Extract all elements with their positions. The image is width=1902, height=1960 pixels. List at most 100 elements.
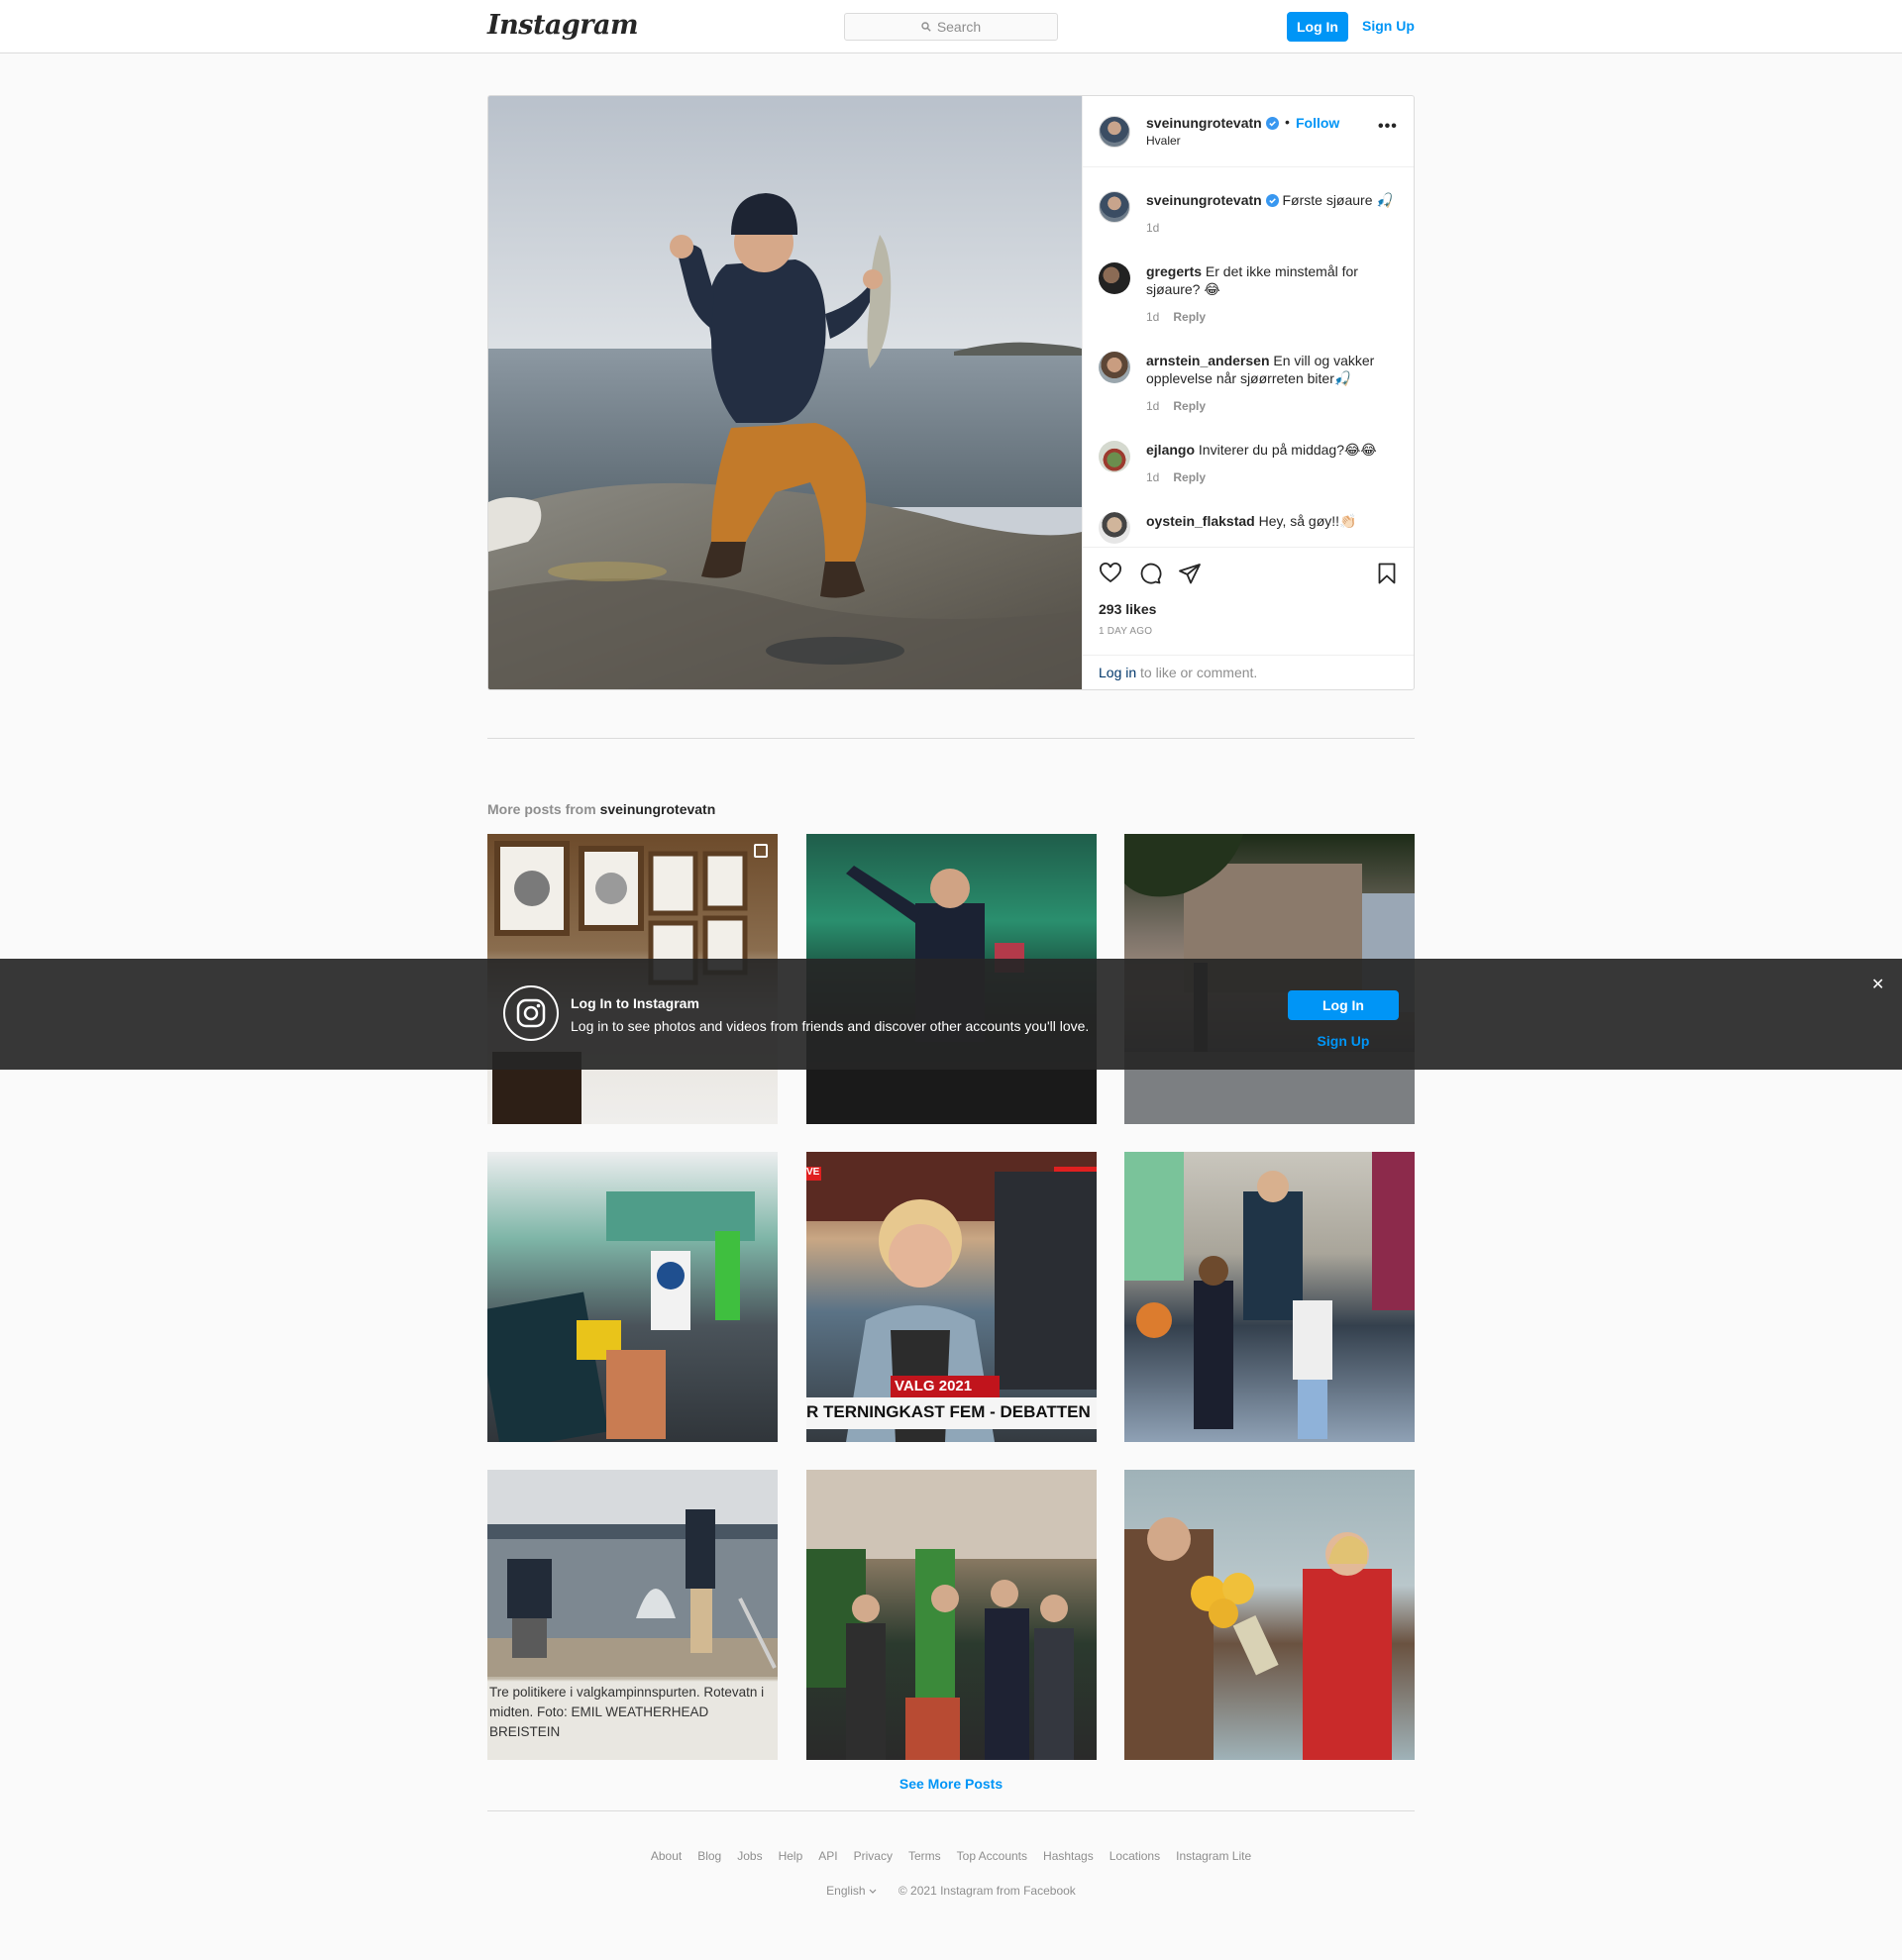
thumbnail-image bbox=[1124, 1152, 1415, 1439]
login-button[interactable]: Log In bbox=[1287, 12, 1348, 42]
comment-body: ejlango Inviterer du på middag?😂😂 bbox=[1146, 441, 1394, 459]
author-username[interactable]: sveinungrotevatn bbox=[1146, 115, 1279, 131]
thumbnail-caption: Tre politikere i valgkampinnspurten. Rot… bbox=[489, 1685, 765, 1739]
comment-time[interactable]: 1d bbox=[1146, 470, 1159, 484]
multiple-posts-icon bbox=[754, 844, 768, 858]
comment-time[interactable]: 1d bbox=[1146, 310, 1159, 324]
login-hint-text: to like or comment. bbox=[1136, 665, 1258, 680]
footer-bottom: English © 2021 Instagram from Facebook bbox=[0, 1884, 1902, 1898]
comment-body: oystein_flakstad Hey, så gøy!!👏🏻 bbox=[1146, 512, 1394, 530]
caption-text: sveinungrotevatn Første sjøaure 🎣 bbox=[1146, 191, 1394, 209]
copyright-text: © 2021 Instagram from Facebook bbox=[898, 1884, 1076, 1898]
commenter-avatar[interactable] bbox=[1099, 441, 1130, 472]
comment-text: Hey, så gøy!!👏🏻 bbox=[1258, 513, 1357, 529]
instagram-camera-icon bbox=[503, 985, 559, 1041]
comment-time[interactable]: 1d bbox=[1146, 399, 1159, 413]
valg-banner-text: VALG 2021 bbox=[895, 1378, 973, 1394]
footer-link-api[interactable]: API bbox=[818, 1849, 837, 1863]
commenter-avatar[interactable] bbox=[1099, 512, 1130, 544]
thumbnail-image bbox=[1124, 1517, 1392, 1760]
banner-signup-link[interactable]: Sign Up bbox=[1288, 1033, 1399, 1049]
commenter-avatar[interactable] bbox=[1099, 262, 1130, 294]
comment-body: arnstein_andersen En vill og vakker oppl… bbox=[1146, 352, 1394, 387]
comment-meta: 1d Reply bbox=[1146, 470, 1206, 484]
footer-link-jobs[interactable]: Jobs bbox=[737, 1849, 762, 1863]
footer-link-instagram-lite[interactable]: Instagram Lite bbox=[1176, 1849, 1251, 1863]
comments-list: sveinungrotevatn Første sjøaure 🎣 1d gre… bbox=[1083, 167, 1414, 547]
reply-button[interactable]: Reply bbox=[1173, 399, 1206, 413]
footer-link-hashtags[interactable]: Hashtags bbox=[1043, 1849, 1094, 1863]
footer-link-top-accounts[interactable]: Top Accounts bbox=[957, 1849, 1027, 1863]
post-thumbnail[interactable] bbox=[806, 1470, 1097, 1760]
banner-title: Log In to Instagram bbox=[571, 995, 699, 1011]
comment-meta: 1d bbox=[1146, 221, 1159, 235]
verified-badge-icon bbox=[1265, 194, 1279, 207]
footer-links: About Blog Jobs Help API Privacy Terms T… bbox=[0, 1849, 1902, 1863]
heart-icon[interactable] bbox=[1099, 562, 1122, 585]
search-icon bbox=[921, 22, 931, 32]
comment-meta: 1d Reply bbox=[1146, 399, 1206, 413]
post-thumbnail[interactable] bbox=[487, 1152, 778, 1442]
instagram-logo[interactable]: Instagram bbox=[487, 10, 639, 41]
login-link[interactable]: Log in bbox=[1099, 665, 1136, 680]
post-thumbnail[interactable]: VALG 2021 R TERNINGKAST FEM - DEBATTEN V… bbox=[806, 1152, 1097, 1442]
search-input[interactable]: Search bbox=[844, 13, 1058, 41]
section-divider bbox=[487, 738, 1415, 739]
comment-username[interactable]: ejlango bbox=[1146, 442, 1195, 458]
comment-username[interactable]: arnstein_andersen bbox=[1146, 353, 1270, 368]
post-thumbnail[interactable]: Tre politikere i valgkampinnspurten. Rot… bbox=[487, 1470, 778, 1760]
author-username-text[interactable]: sveinungrotevatn bbox=[1146, 115, 1262, 131]
footer-link-blog[interactable]: Blog bbox=[697, 1849, 721, 1863]
login-prompt-banner: Log In to Instagram Log in to see photos… bbox=[0, 959, 1902, 1070]
post-thumbnail[interactable] bbox=[1124, 1470, 1415, 1760]
more-posts-prefix: More posts from bbox=[487, 801, 600, 817]
thumbnail-image bbox=[806, 1470, 1097, 1760]
comment-time[interactable]: 1d bbox=[1146, 221, 1159, 235]
more-posts-username[interactable]: sveinungrotevatn bbox=[600, 801, 716, 817]
likes-count[interactable]: 293 likes bbox=[1099, 601, 1156, 617]
post-actions: 293 likes 1 DAY AGO Log in to like or co… bbox=[1083, 547, 1414, 689]
banner-subtitle: Log in to see photos and videos from fri… bbox=[571, 1018, 1090, 1034]
footer-link-terms[interactable]: Terms bbox=[908, 1849, 941, 1863]
footer-link-help[interactable]: Help bbox=[779, 1849, 803, 1863]
reply-button[interactable]: Reply bbox=[1173, 310, 1206, 324]
commenter-avatar[interactable] bbox=[1099, 352, 1130, 383]
comment-body: gregerts Er det ikke minstemål for sjøau… bbox=[1146, 262, 1394, 298]
verified-badge-icon bbox=[1265, 116, 1279, 130]
thumbnail-image bbox=[487, 1470, 778, 1677]
banner-login-button[interactable]: Log In bbox=[1288, 990, 1399, 1020]
post-thumbnail[interactable] bbox=[1124, 1152, 1415, 1442]
comment-text: Første sjøaure 🎣 bbox=[1282, 192, 1394, 208]
bookmark-icon[interactable] bbox=[1375, 562, 1399, 585]
comment-meta: 1d Reply bbox=[1146, 310, 1206, 324]
signup-link[interactable]: Sign Up bbox=[1362, 18, 1415, 34]
login-to-comment: Log in to like or comment. bbox=[1083, 655, 1414, 689]
search-placeholder: Search bbox=[936, 19, 982, 35]
comment-username[interactable]: oystein_flakstad bbox=[1146, 513, 1255, 529]
post-photo[interactable] bbox=[488, 96, 1082, 689]
author-avatar[interactable] bbox=[1099, 116, 1130, 148]
comment-username[interactable]: gregerts bbox=[1146, 263, 1202, 279]
comment-icon[interactable] bbox=[1138, 562, 1162, 585]
author-avatar[interactable] bbox=[1099, 191, 1130, 223]
language-selected: English bbox=[826, 1884, 866, 1898]
footer-link-locations[interactable]: Locations bbox=[1110, 1849, 1160, 1863]
footer-link-privacy[interactable]: Privacy bbox=[854, 1849, 893, 1863]
post-location[interactable]: Hvaler bbox=[1146, 134, 1181, 148]
live-tag-text: VE bbox=[806, 1167, 820, 1178]
see-more-posts-button[interactable]: See More Posts bbox=[0, 1776, 1902, 1792]
share-icon[interactable] bbox=[1178, 562, 1202, 585]
more-options-icon[interactable]: ••• bbox=[1378, 118, 1398, 136]
thumbnail-image bbox=[806, 1152, 1097, 1442]
close-icon[interactable]: ✕ bbox=[1871, 975, 1884, 994]
follow-button[interactable]: Follow bbox=[1296, 115, 1339, 131]
reply-button[interactable]: Reply bbox=[1173, 470, 1206, 484]
language-select[interactable]: English bbox=[826, 1884, 877, 1898]
post-card: sveinungrotevatn • Follow Hvaler ••• sve… bbox=[487, 95, 1415, 690]
post-photo-illustration bbox=[488, 96, 1082, 689]
comment-username[interactable]: sveinungrotevatn bbox=[1146, 192, 1262, 208]
footer-link-about[interactable]: About bbox=[651, 1849, 682, 1863]
post-timestamp[interactable]: 1 DAY AGO bbox=[1099, 626, 1152, 637]
more-posts-heading: More posts from sveinungrotevatn bbox=[487, 801, 715, 817]
top-navigation-bar: Instagram Search Log In Sign Up bbox=[0, 0, 1902, 53]
